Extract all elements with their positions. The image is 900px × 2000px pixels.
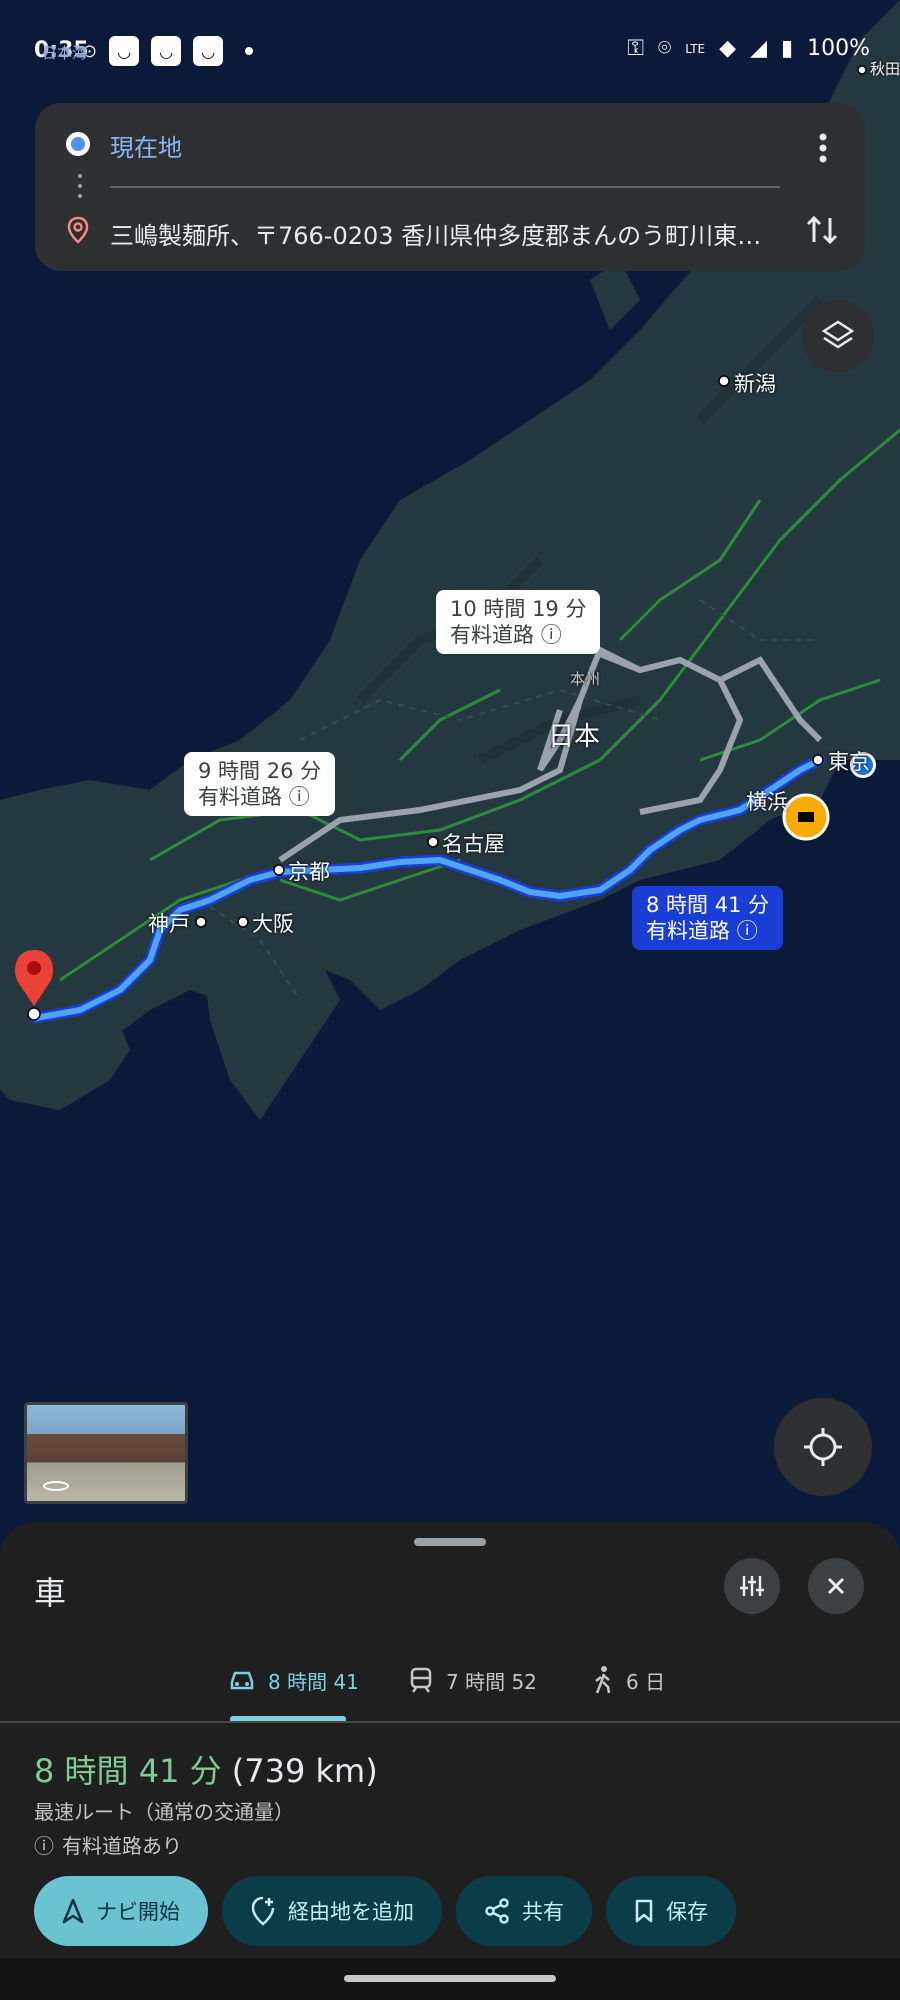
more-notifications-icon	[245, 47, 254, 55]
route-options-button[interactable]	[724, 1558, 780, 1614]
volte-icon: LTE	[685, 41, 706, 56]
place-label-akita[interactable]: 秋田	[870, 58, 900, 79]
route-bubble-note: 有料道路 ⓘ	[450, 623, 562, 647]
close-button[interactable]	[808, 1558, 864, 1614]
place-label-yokohama[interactable]: 横浜	[746, 786, 788, 816]
destination-field[interactable]: 三嶋製麺所、〒766-0203 香川県仲多度郡まんのう町川東２...	[110, 216, 770, 251]
save-label: 保存	[666, 1900, 708, 1924]
bookmark-icon	[635, 1899, 653, 1923]
place-label-nihon: 日本	[548, 722, 601, 752]
route-description: 最速ルート（通常の交通量）	[34, 1800, 294, 1824]
layers-icon	[821, 320, 855, 349]
place-label-nagoya[interactable]: 名古屋	[442, 828, 505, 858]
close-icon	[827, 1577, 845, 1595]
shop-icon: ◡	[193, 36, 224, 66]
wifi-icon: ◆	[719, 36, 737, 61]
my-location-button[interactable]	[774, 1398, 872, 1496]
signal-icon: ◢	[750, 36, 767, 61]
shop-icon: ◡	[151, 36, 182, 66]
route-bubble-time: 9 時間 26 分	[198, 759, 322, 783]
start-navigation-button[interactable]: ナビ開始	[34, 1876, 208, 1946]
toll-icon: ⓘ	[34, 1834, 54, 1858]
my-location-icon	[804, 1428, 842, 1466]
tab-transit[interactable]: 7 時間 52	[408, 1640, 537, 1720]
route-bubble-note: 有料道路 ⓘ	[646, 919, 758, 943]
sheet-drag-handle[interactable]	[414, 1538, 486, 1546]
route-bubble-time: 10 時間 19 分	[450, 597, 587, 621]
route-duration: 8 時間 41 分	[34, 1752, 222, 1790]
layers-button[interactable]	[802, 300, 874, 372]
place-label-sea: 日本海	[42, 44, 88, 62]
start-navigation-label: ナビ開始	[96, 1900, 180, 1924]
toll-note: ⓘ 有料道路あり	[34, 1830, 182, 1859]
destination-pin-icon	[67, 216, 89, 244]
travel-mode-title: 車	[34, 1574, 67, 1612]
toll-icon: ⓘ	[288, 785, 310, 809]
tune-icon	[740, 1576, 764, 1596]
street-view-thumbnail[interactable]	[24, 1402, 188, 1504]
tab-label: 7 時間 52	[446, 1669, 537, 1694]
origin-icon	[66, 132, 90, 156]
route-dots-icon	[78, 174, 82, 198]
more-options-icon[interactable]	[808, 130, 838, 166]
navigation-arrow-icon	[62, 1898, 84, 1924]
location-icon: ⌾	[657, 36, 672, 61]
key-icon: ⚿	[627, 36, 644, 61]
street-view-icon	[43, 1481, 69, 1491]
tab-label: 6 日	[626, 1669, 666, 1694]
place-label-tokyo[interactable]: 東京	[828, 746, 870, 776]
status-right: ⚿ ⌾ LTE ◆ ◢ ▮ 100%	[627, 36, 870, 61]
train-icon	[410, 1667, 432, 1693]
toll-icon: ⓘ	[540, 623, 562, 647]
share-icon	[485, 1898, 509, 1924]
tab-car[interactable]: 8 時間 41	[228, 1640, 359, 1720]
add-stop-label: 経由地を追加	[288, 1900, 414, 1924]
add-location-icon	[251, 1896, 275, 1926]
tab-walk[interactable]: 6 日	[592, 1640, 665, 1720]
tab-label: 8 時間 41	[268, 1669, 359, 1694]
place-label-osaka[interactable]: 大阪	[252, 908, 294, 938]
home-gesture-pill[interactable]	[344, 1975, 556, 1982]
place-label-niigata[interactable]: 新潟	[734, 368, 776, 398]
shop-icon: ◡	[109, 36, 140, 66]
status-bar: 0:35 ⊙ ◡ ◡ ◡ ⚿ ⌾ LTE ◆ ◢ ▮ 100%	[0, 0, 900, 100]
field-divider	[110, 186, 780, 188]
route-bubble-selected[interactable]: 8 時間 41 分 有料道路 ⓘ	[632, 886, 784, 950]
route-distance: (739 km)	[231, 1752, 378, 1790]
action-buttons: ナビ開始 経由地を追加 共有 保存	[34, 1876, 736, 1946]
travel-mode-tabs: 8 時間 41 7 時間 52 6 日	[0, 1640, 900, 1720]
tab-divider	[0, 1721, 900, 1723]
route-bubble-note: 有料道路 ⓘ	[198, 785, 310, 809]
notification-icons: ⊙ ◡ ◡ ◡	[82, 36, 254, 66]
place-label-kobe[interactable]: 神戸	[148, 908, 190, 938]
share-label: 共有	[522, 1900, 564, 1924]
origin-field[interactable]: 現在地	[110, 128, 760, 163]
battery-icon: ▮	[780, 36, 794, 61]
place-label-kyoto[interactable]: 京都	[288, 856, 330, 886]
battery-percent: 100%	[807, 36, 870, 61]
place-label-honshu: 本州	[570, 670, 601, 688]
toll-icon: ⓘ	[736, 919, 758, 943]
add-stop-button[interactable]: 経由地を追加	[222, 1876, 442, 1946]
toll-note-text: 有料道路あり	[62, 1834, 182, 1858]
save-button[interactable]: 保存	[606, 1876, 736, 1946]
walk-icon	[595, 1666, 611, 1694]
route-bubble-alt1[interactable]: 10 時間 19 分 有料道路 ⓘ	[436, 590, 601, 654]
route-bubble-alt2[interactable]: 9 時間 26 分 有料道路 ⓘ	[184, 752, 336, 816]
swap-icon[interactable]	[800, 208, 844, 252]
car-icon	[230, 1671, 254, 1690]
route-bubble-time: 8 時間 41 分	[646, 893, 770, 917]
share-button[interactable]: 共有	[456, 1876, 592, 1946]
route-summary: 8 時間 41 分 (739 km)	[34, 1746, 378, 1792]
